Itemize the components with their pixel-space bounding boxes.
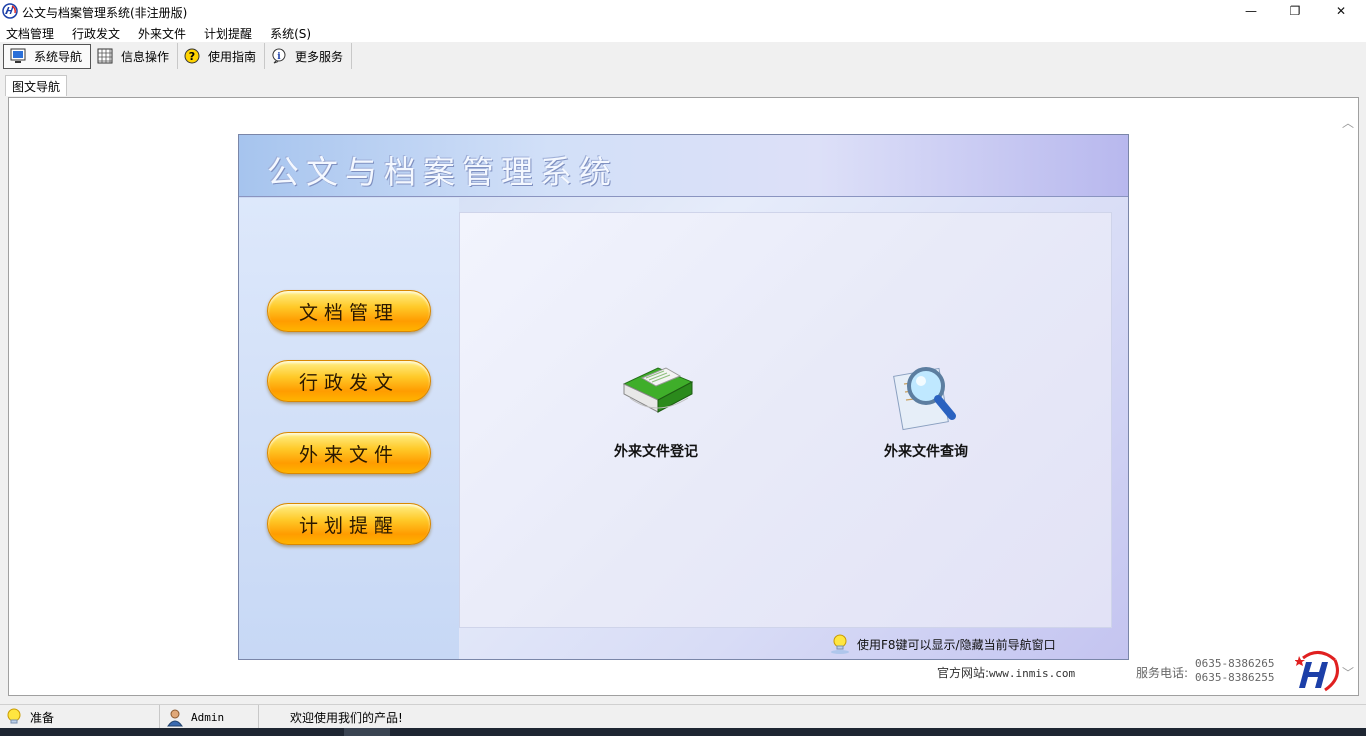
panel-left-column — [239, 198, 459, 659]
user-avatar-icon — [167, 709, 183, 727]
external-document-query-item[interactable]: 外来文件查询 — [856, 354, 996, 461]
status-cell-state: 准备 — [0, 705, 160, 729]
panel-header: 公文与档案管理系统 — [239, 135, 1128, 197]
nav-administrative-dispatch-button[interactable]: 行政发文 — [267, 360, 431, 402]
app-logo-icon — [2, 3, 18, 19]
status-cell-user: Admin — [161, 705, 259, 729]
toolbar-user-guide-button[interactable]: ? 使用指南 — [178, 43, 266, 69]
hint-text: 使用F8键可以显示/隐藏当前导航窗口 — [857, 637, 1056, 652]
monitor-icon — [10, 48, 26, 64]
magnifier-icon — [893, 367, 956, 431]
nav-plan-reminder-button[interactable]: 计划提醒 — [267, 503, 431, 545]
tab-strip: 图文导航 — [0, 74, 1366, 96]
lightbulb-icon — [831, 634, 849, 654]
window-title: 公文与档案管理系统(非注册版) — [22, 6, 188, 20]
external-document-register-item[interactable]: 外来文件登记 — [586, 354, 726, 461]
phone-number: 0635-8386265 — [1195, 657, 1275, 670]
welcome-message: 欢迎使用我们的产品! — [290, 710, 403, 725]
tab-graphic-navigation[interactable]: 图文导航 — [5, 75, 68, 96]
phone-numbers: 0635-8386265 0635-8386255 — [1195, 657, 1274, 685]
toolbar: 系统导航 信息操作 ? 使用指南 i 更多服务 — [0, 42, 1366, 70]
website-link[interactable]: www.inmis.com — [989, 667, 1075, 680]
close-button[interactable]: ✕ — [1318, 0, 1364, 22]
help-icon: ? — [184, 48, 200, 64]
toolbar-label: 信息操作 — [121, 49, 170, 64]
menu-bar: 文档管理 行政发文 外来文件 计划提醒 系统(S) — [0, 22, 1366, 42]
hint-row: 使用F8键可以显示/隐藏当前导航窗口 — [829, 633, 1056, 655]
toolbar-more-services-button[interactable]: i 更多服务 — [265, 43, 353, 69]
nav-external-documents-button[interactable]: 外来文件 — [267, 432, 431, 474]
green-book-icon — [622, 367, 694, 413]
minimize-button[interactable]: — — [1228, 0, 1274, 22]
toolbar-info-operation-button[interactable]: 信息操作 — [91, 43, 179, 69]
panel-title: 公文与档案管理系统 — [267, 153, 619, 191]
title-bar: 公文与档案管理系统(非注册版) — ❐ ✕ — [0, 0, 1366, 22]
menu-document-management[interactable]: 文档管理 — [0, 22, 62, 42]
menu-plan-reminder[interactable]: 计划提醒 — [198, 22, 260, 42]
phone-label: 服务电话: — [1136, 666, 1189, 680]
status-cell-message: 欢迎使用我们的产品! — [260, 705, 1366, 729]
info-icon: i — [271, 48, 287, 64]
work-item-label: 外来文件查询 — [884, 444, 968, 460]
phone-number: 0635-8386255 — [1195, 671, 1275, 684]
status-text: 准备 — [30, 710, 55, 725]
menu-administrative-dispatch[interactable]: 行政发文 — [66, 22, 128, 42]
taskbar-app-item[interactable] — [344, 728, 390, 736]
status-bar: 准备 Admin 欢迎使用我们的产品! — [0, 704, 1366, 729]
svg-text:?: ? — [189, 50, 195, 63]
toolbar-label: 系统导航 — [34, 49, 83, 64]
grid-icon — [97, 48, 113, 64]
svg-text:i: i — [277, 52, 281, 62]
scroll-up-chevron-icon[interactable]: ︿ — [1342, 114, 1354, 131]
lightbulb-icon — [7, 708, 21, 724]
os-taskbar — [0, 728, 1366, 736]
nav-document-management-button[interactable]: 文档管理 — [267, 290, 431, 332]
navigation-panel: 公文与档案管理系统 文档管理 行政发文 外来文件 计划提醒 外来文件登记 外来文… — [238, 134, 1129, 660]
restore-button[interactable]: ❐ — [1272, 0, 1318, 22]
toolbar-label: 更多服务 — [295, 49, 344, 64]
menu-external-documents[interactable]: 外来文件 — [132, 22, 194, 42]
work-area: 外来文件登记 外来文件查询 — [459, 212, 1112, 628]
content-pane: ︿ 公文与档案管理系统 文档管理 行政发文 外来文件 计划提醒 外来文件登记 外… — [8, 97, 1359, 696]
company-logo-icon — [1295, 651, 1339, 692]
website-label: 官方网站: — [937, 666, 990, 680]
toolbar-system-navigation-button[interactable]: 系统导航 — [3, 43, 92, 69]
website-info: 官方网站:www.inmis.com — [937, 664, 1075, 681]
work-item-label: 外来文件登记 — [614, 444, 698, 460]
scroll-down-chevron-icon[interactable]: ﹀ — [1342, 664, 1354, 681]
current-user: Admin — [191, 710, 225, 724]
menu-system[interactable]: 系统(S) — [264, 22, 319, 42]
toolbar-label: 使用指南 — [208, 49, 257, 64]
